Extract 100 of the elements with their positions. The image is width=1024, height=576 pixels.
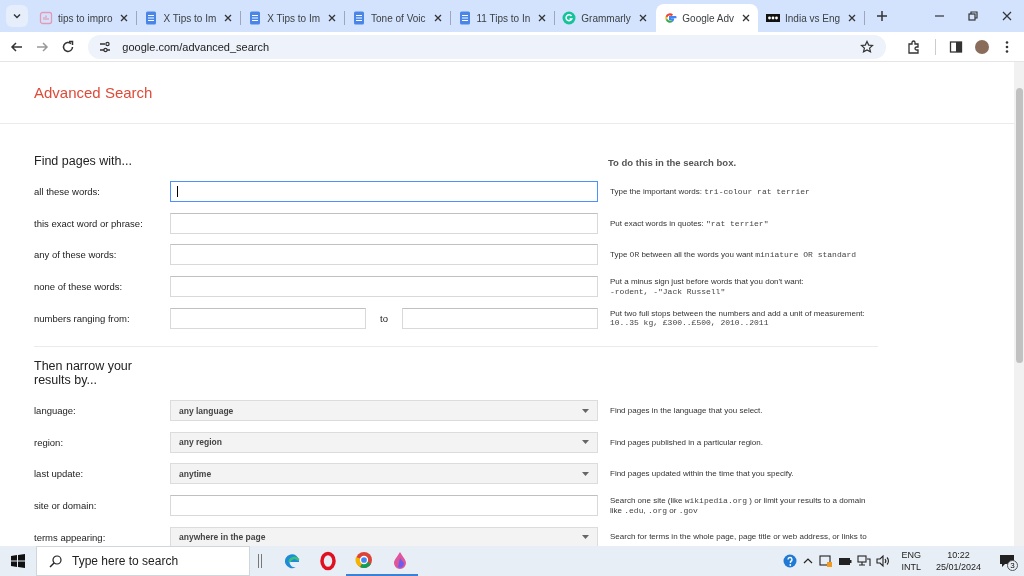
url-text: google.com/advanced_search [122, 40, 271, 53]
document-icon [457, 11, 472, 25]
hint-text: Type OR between all the words you want miniature OR standard [610, 250, 858, 260]
close-icon [638, 13, 649, 23]
dots-icon [766, 11, 780, 25]
document-icon [352, 11, 367, 25]
tab-title: X Tips to Im [267, 12, 321, 24]
puzzle-piece-icon [907, 39, 921, 54]
tab-title: X Tips to Im [163, 12, 217, 24]
speaker-icon [876, 554, 891, 568]
close-icon [327, 13, 338, 23]
browser-tab[interactable]: India vs Eng [759, 4, 865, 32]
input-field[interactable] [402, 307, 598, 329]
close-icon [1002, 11, 1012, 21]
tab-title: Grammarly [581, 12, 632, 24]
caret-icon [582, 440, 589, 445]
tab-title: Tone of Voic [371, 12, 426, 24]
browser-tab[interactable]: 11 Tips to In [450, 4, 555, 32]
input-field[interactable] [170, 244, 598, 266]
windows-logo-icon [11, 554, 25, 568]
close-icon [223, 13, 234, 23]
network-icon [857, 554, 872, 568]
reload-icon [60, 39, 75, 54]
hint-text: Search for terms in the whole page, page title or web address, or links to [610, 532, 868, 542]
field-label: last update: [34, 468, 85, 480]
caret-icon [582, 408, 589, 413]
question-mark-icon [783, 554, 798, 568]
document-icon [248, 11, 263, 25]
input-field[interactable] [170, 495, 598, 517]
address-bar[interactable]: google.com/advanced_search [88, 34, 887, 59]
hint-text: Put exact words in quotes: "rat terrier" [610, 218, 770, 229]
taskbar-search-field[interactable]: Type here to search [36, 546, 250, 576]
hint-text: Search one site (like wikipedia.org ) or limit your results to a domain like .edu, .org or .gov [610, 496, 867, 516]
column-heading: To do this in the search box. [608, 157, 737, 168]
browser-tab[interactable]: Google Adv [656, 4, 758, 32]
dropdown[interactable]: anytime [170, 463, 598, 485]
tab-title: India vs Eng [785, 12, 841, 24]
caret-icon [582, 471, 589, 476]
field-label: site or domain: [34, 500, 98, 512]
notification-count: 3 [1007, 560, 1018, 571]
dropdown[interactable]: any language [170, 400, 598, 422]
ring-icon [318, 551, 338, 571]
tray-icon-button[interactable] [819, 554, 834, 568]
volume-button[interactable] [876, 554, 891, 568]
scrollbar[interactable] [1014, 62, 1024, 546]
help-button[interactable] [783, 554, 798, 568]
hint-text: Put a minus sign just before words that you don't want: -rodent, -"Jack Russell" [610, 277, 805, 297]
field-label: all these words: [34, 186, 101, 198]
browser-tab[interactable]: X Tips to Im [241, 4, 345, 32]
input-field[interactable] [170, 212, 598, 234]
browser-tab[interactable]: X Tips to Im [137, 4, 241, 32]
browser-tab[interactable]: Grammarly [555, 4, 656, 32]
tab-title: 11 Tips to In [476, 12, 531, 24]
plus-icon [876, 10, 889, 22]
field-label: terms appearing: [34, 531, 107, 543]
tab-title: Google Adv [682, 12, 734, 24]
hint-text: Find pages in the language that you select. [610, 406, 764, 416]
chart-icon [39, 11, 53, 25]
hint-text: Find pages published in a particular region. [610, 437, 764, 448]
field-label: region: [34, 436, 65, 448]
close-icon [432, 13, 443, 23]
star-icon [860, 39, 875, 54]
section-heading: Find pages with... [34, 154, 133, 168]
edge-like-icon [282, 551, 302, 571]
clock-button[interactable]: 10:22 25/01/2024 [935, 549, 981, 573]
close-icon [847, 13, 858, 23]
hint-text: Find pages updated within the time that you specify. [610, 469, 795, 479]
dropdown[interactable]: anywhere in the page [170, 526, 598, 546]
browser-logo-icon [354, 550, 374, 570]
avatar-icon [974, 39, 989, 54]
arrow-right-icon [35, 39, 50, 54]
range-label: to [379, 312, 389, 324]
input-field[interactable] [170, 181, 598, 203]
browser-tab[interactable]: Tone of Voic [345, 4, 450, 32]
letter-g-icon [663, 11, 678, 25]
hint-text: Type the important words: tri-colour rat terrier [610, 187, 811, 197]
window-badge-icon [819, 554, 834, 568]
field-label: any of these words: [34, 249, 118, 261]
section-heading: Then narrow your results by... [34, 358, 133, 387]
language-button[interactable]: ENG INTL [901, 549, 921, 573]
dropdown[interactable]: any region [170, 431, 598, 453]
restore-icon [968, 11, 978, 21]
notifications-button[interactable]: 3 [996, 554, 1018, 568]
close-icon [537, 13, 548, 23]
side-panel-icon [949, 39, 964, 54]
input-field[interactable] [170, 307, 366, 329]
document-icon [144, 11, 159, 25]
field-label: this exact word or phrase: [34, 217, 144, 229]
search-placeholder: Type here to search [72, 554, 179, 568]
close-icon [119, 13, 130, 23]
letter-g-icon [562, 11, 577, 25]
browser-tab[interactable]: tips to impro [32, 4, 137, 32]
network-button[interactable] [857, 554, 872, 568]
tab-search-button[interactable] [6, 5, 28, 27]
sliders-icon [99, 40, 112, 53]
caret-icon [582, 535, 589, 540]
close-icon [741, 13, 751, 23]
input-field[interactable] [170, 276, 598, 298]
hint-text: Put two full stops between the numbers and add a unit of measurement: 10..35 kg, £300..£500, 2010..2011 [610, 308, 866, 328]
field-label: language: [34, 405, 77, 417]
